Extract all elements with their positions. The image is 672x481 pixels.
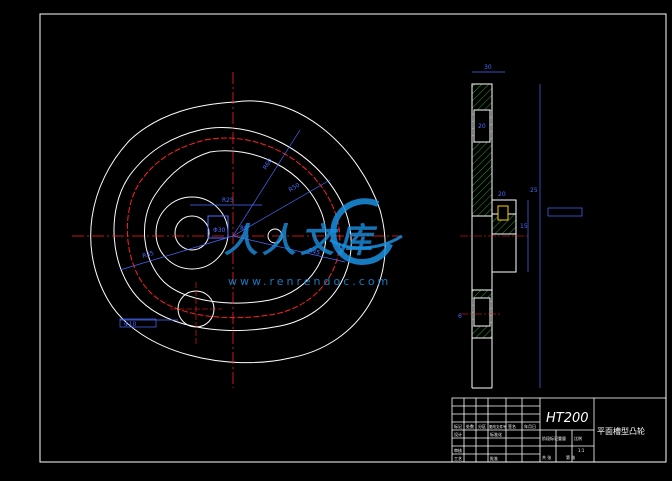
watermark-url: www.renrendoc.com [228,275,391,288]
dim-text-r25: R25 [222,197,234,204]
dim-text-r50: R50 [288,182,302,194]
tb-label-stage: 阶段标记 [542,435,558,441]
side-view [460,71,583,389]
part-name-label: 平面槽型凸轮 [597,426,645,436]
side-dim-text-20b: 20 [498,191,506,198]
tb-label-date: 年月日 [524,423,536,429]
side-dim-text-6: 6 [458,313,462,320]
tb-label-standard: 标准化 [490,431,502,437]
side-dim-text-15: 15 [520,223,528,230]
tb-label-design: 设计 [454,431,462,437]
dim-text-r60: R60 [262,157,274,171]
dim-text-r35: R35 [142,250,155,260]
tb-label-review: 审核 [454,447,462,453]
drawing-canvas: R60 R50 R45 R35 R25 Φ30 Φ10 80 30 20 20 … [39,13,667,463]
material-label: HT200 [546,411,589,426]
side-datum-box [547,207,583,217]
tb-label-weight: 重量 [558,435,566,441]
tb-label-scale: 比例 [574,435,582,441]
tb-label-count: 处数 [466,423,474,429]
tb-label-sign: 签名 [508,423,516,429]
groove-cut-lower [473,297,491,327]
title-block-text: HT200 平面槽型凸轮 标记 处数 分区 更改文件号 签名 年月日 设计 标准… [454,411,645,461]
watermark: 人人文库 www.renrendoc.com [224,198,403,288]
tb-label-zone: 分区 [478,423,486,429]
side-dim-text-30: 30 [484,64,492,71]
side-dim-text-20a: 20 [478,123,486,130]
tb-label-approve: 批准 [490,455,498,461]
tb-label-sheet: 第 张 [566,454,575,460]
pin-section [497,205,509,221]
tb-label-mark: 标记 [454,423,462,429]
section-hatch-upper [471,83,493,217]
side-dim-text-25: 25 [530,187,538,194]
tb-scale-value: 1:1 [578,448,585,453]
watermark-brand: 人人文库 [224,221,378,261]
tb-label-total: 共 张 [542,454,551,460]
dim-text-phi10: Φ10 [124,321,137,328]
side-dimension-labels: 30 20 20 15 25 6 [458,64,538,320]
tb-label-process: 工艺 [454,456,462,461]
tb-label-docno: 更改文件号 [489,424,507,429]
